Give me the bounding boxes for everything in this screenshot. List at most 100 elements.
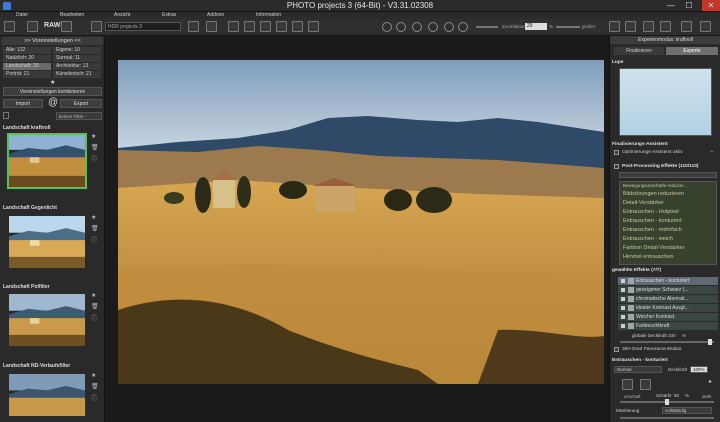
fit-icon[interactable] <box>609 21 620 32</box>
zoom-input[interactable]: 29 <box>525 23 547 30</box>
check-icon[interactable] <box>621 315 625 319</box>
list-item[interactable]: Farbton Detail-Verstärker <box>620 244 716 253</box>
table-row[interactable]: gezeigener Schwarz (... <box>618 286 718 294</box>
check-icon[interactable] <box>621 288 625 292</box>
info-icon[interactable]: ⓘ <box>91 313 97 322</box>
opacity-input[interactable]: 100% <box>690 366 708 373</box>
category-all[interactable]: Alle: 122 <box>3 47 51 54</box>
list-item[interactable]: Bildstörungen reduzieren <box>620 190 716 199</box>
project-select[interactable]: HDR projects 3 <box>105 22 181 31</box>
rotate-icon[interactable] <box>382 22 392 32</box>
info-icon[interactable]: ⓘ <box>91 393 97 402</box>
check-icon[interactable] <box>621 279 625 283</box>
open-folder-icon[interactable] <box>27 21 38 32</box>
close-button[interactable]: ✕ <box>702 0 720 11</box>
blend-mode-select[interactable]: Normal <box>614 366 662 373</box>
save-icon[interactable] <box>228 21 239 32</box>
delete-icon[interactable]: 🗑 <box>91 383 99 390</box>
info-icon[interactable]: ⓘ <box>91 154 97 163</box>
star-icon[interactable]: ★ <box>91 372 97 379</box>
power-icon[interactable] <box>700 21 711 32</box>
mask-slider[interactable] <box>620 417 714 419</box>
maximize-button[interactable]: ☐ <box>682 0 696 11</box>
panel-icon[interactable] <box>643 21 654 32</box>
at-icon[interactable]: @ <box>48 97 58 108</box>
list-item[interactable]: Entrauschen - mehrfach <box>620 226 716 235</box>
preset-thumb-polfilter[interactable] <box>7 292 87 348</box>
slider-knob[interactable] <box>665 399 669 405</box>
star-icon[interactable]: ★ <box>91 133 97 140</box>
category-landscape[interactable]: Landschaft: 20 <box>3 63 51 70</box>
category-natural[interactable]: Natürlich: 20 <box>3 55 51 62</box>
camera-icon[interactable] <box>61 21 72 32</box>
delete-icon[interactable]: 🗑 <box>91 225 99 232</box>
raw-button[interactable]: RAW <box>44 22 60 29</box>
list-item[interactable]: Detail-Verstärker <box>620 199 716 208</box>
category-architecture[interactable]: Architektur: 13 <box>53 63 101 70</box>
delete-icon[interactable]: 🗑 <box>91 303 99 310</box>
redo-icon[interactable] <box>428 22 438 32</box>
table-row[interactable]: Entrauschen - konturiert <box>618 277 718 285</box>
menu-addons[interactable]: Addons <box>207 12 224 18</box>
list-item[interactable]: Entrauschen - konturiert <box>620 217 716 226</box>
slider-knob[interactable] <box>708 339 712 345</box>
table-row[interactable]: idealer Kontrast Ausgl... <box>618 304 718 312</box>
preset-thumb-nd-verlaufsfilter[interactable] <box>7 372 87 418</box>
crop-icon[interactable] <box>292 21 303 32</box>
image-canvas[interactable] <box>105 36 609 422</box>
menu-extras[interactable]: Extras <box>162 12 176 18</box>
preset-thumb-gegenlicht[interactable] <box>7 214 87 270</box>
clock-icon[interactable] <box>444 22 454 32</box>
tab-finalize[interactable]: Finalisieren <box>614 47 664 55</box>
optimize-checkbox[interactable] <box>614 150 619 155</box>
check-icon[interactable] <box>621 306 625 310</box>
mask-select[interactable]: vollständig <box>662 407 712 414</box>
star-icon[interactable]: ★ <box>91 214 97 221</box>
compare-icon[interactable] <box>244 21 255 32</box>
list-item[interactable]: Entrauschen - Hotpixel <box>620 208 716 217</box>
expand-icon[interactable] <box>458 22 468 32</box>
preset-thumb-kraftvoll[interactable] <box>7 133 87 189</box>
collapse-icon[interactable]: − <box>710 149 714 155</box>
help-icon[interactable] <box>660 21 671 32</box>
brightness-slider[interactable] <box>476 26 498 28</box>
star-icon[interactable]: ★ <box>91 292 97 299</box>
pp-toggle-checkbox[interactable] <box>614 164 619 169</box>
export-button[interactable]: Export <box>60 99 102 108</box>
grid-icon[interactable] <box>188 21 199 32</box>
table-row[interactable]: chromatische Aberrati... <box>618 295 718 303</box>
export-icon[interactable] <box>206 21 217 32</box>
undo-icon[interactable] <box>412 22 422 32</box>
menu-bearbeiten[interactable]: Bearbeiten <box>60 12 84 18</box>
project-icon[interactable] <box>91 21 102 32</box>
menu-ansicht[interactable]: Ansicht <box>114 12 130 18</box>
list-item[interactable]: Himmel entrauschen <box>620 253 716 262</box>
image-icon[interactable] <box>4 21 15 32</box>
list-item[interactable]: Entrauschen - weich <box>620 235 716 244</box>
combine-presets-button[interactable]: Voreinstellungen kombinieren <box>3 87 102 96</box>
table-row[interactable]: Farbleuchtkraft <box>618 322 718 330</box>
info-icon[interactable]: ⓘ <box>91 235 97 244</box>
category-portrait[interactable]: Porträt: 21 <box>3 71 51 78</box>
category-artistic[interactable]: Künstlerisch: 21 <box>53 71 101 78</box>
scroll-arrow-icon[interactable]: ▸ <box>709 378 712 385</box>
presets-header[interactable]: >> Voreinstellungen << <box>2 37 103 45</box>
check-icon[interactable] <box>621 324 625 328</box>
global-opacity-value[interactable]: 100 <box>668 333 676 338</box>
mask-icon[interactable] <box>622 379 633 390</box>
pp-search[interactable] <box>619 172 717 178</box>
check-icon[interactable] <box>621 297 625 301</box>
delete-icon[interactable]: 🗑 <box>91 144 99 151</box>
list-item[interactable]: Bewegungsunschärfe reduzier... <box>620 182 716 190</box>
menu-information[interactable]: Information <box>256 12 281 18</box>
import-button[interactable]: Import <box>3 99 43 108</box>
tab-expert[interactable]: Experte <box>666 47 718 55</box>
zoom-slider[interactable] <box>556 26 580 28</box>
fullscreen-icon[interactable] <box>625 21 636 32</box>
filter-select[interactable]: keinen Filter - <box>56 112 102 120</box>
sharpness-value[interactable]: 50 <box>674 393 679 398</box>
category-surreal[interactable]: Surreal: 11 <box>53 55 101 62</box>
share-icon[interactable] <box>276 21 287 32</box>
settings-icon[interactable] <box>681 21 692 32</box>
minimize-button[interactable]: — <box>664 0 678 11</box>
